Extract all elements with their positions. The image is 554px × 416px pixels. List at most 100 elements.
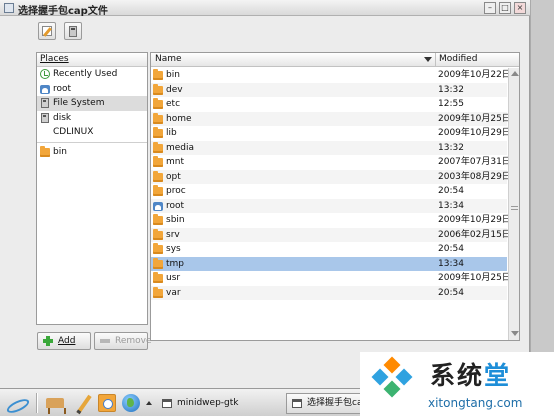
remove-button-label: Remove xyxy=(115,336,152,346)
folder-icon xyxy=(153,286,163,298)
file-row[interactable]: home 2009年10月25日 xyxy=(151,111,511,126)
file-row[interactable]: root 13:34 xyxy=(151,198,507,213)
place-label: disk xyxy=(53,112,72,123)
file-name: lib xyxy=(166,128,177,138)
file-row-selected[interactable]: tmp 13:34 xyxy=(151,256,507,271)
folder-icon xyxy=(153,141,163,153)
file-name: root xyxy=(166,200,185,211)
scroll-grip[interactable] xyxy=(511,206,518,210)
window-icon xyxy=(162,399,172,408)
file-list: Name Modified bin 2009年10月22日 dev 13:32 et… xyxy=(150,52,520,341)
watermark-title-main: 系统 xyxy=(430,361,485,390)
place-label: Recently Used xyxy=(53,69,118,79)
file-row[interactable]: mnt 2007年07月31日 xyxy=(151,155,511,170)
file-modified: 2009年10月29日 xyxy=(438,128,511,138)
window-icon xyxy=(292,399,302,408)
folder-icon xyxy=(153,127,163,138)
start-menu-icon[interactable] xyxy=(4,394,28,412)
folder-icon xyxy=(153,185,163,196)
type-filename-button[interactable] xyxy=(38,22,56,40)
folder-icon xyxy=(153,83,163,95)
folder-icon xyxy=(153,170,163,182)
web-browser-icon[interactable] xyxy=(122,394,140,412)
task-minidwep[interactable]: minidwep-gtk xyxy=(156,393,276,414)
text-editor-icon[interactable] xyxy=(74,394,92,412)
task-label: minidwep-gtk xyxy=(177,398,239,408)
window-icon xyxy=(4,3,14,13)
maximize-button[interactable]: □ xyxy=(499,2,511,14)
file-modified: 13:34 xyxy=(438,200,464,211)
site-watermark: 系统堂 xitongtang.com xyxy=(360,352,554,416)
file-row[interactable]: etc 12:55 xyxy=(151,97,507,112)
file-modified: 13:32 xyxy=(438,84,464,95)
window-title: 选择握手包cap文件 xyxy=(18,6,108,17)
add-button[interactable]: Add xyxy=(37,332,91,350)
file-name: opt xyxy=(166,171,181,182)
file-modified: 2003年08月29日 xyxy=(438,171,511,182)
file-modified: 20:54 xyxy=(438,244,464,254)
file-row[interactable]: var 20:54 xyxy=(151,285,507,300)
edit-icon xyxy=(42,26,52,36)
background-window-edge xyxy=(530,0,554,388)
place-disk[interactable]: disk xyxy=(37,111,147,126)
place-recently-used[interactable]: Recently Used xyxy=(37,67,147,82)
file-modified: 2009年10月29日 xyxy=(438,215,511,225)
scroll-up-icon[interactable] xyxy=(511,71,519,76)
watermark-url: xitongtang.com xyxy=(428,396,523,410)
window-titlebar[interactable]: 选择握手包cap文件 – □ × xyxy=(0,0,530,17)
file-modified: 13:32 xyxy=(438,142,464,153)
file-name: var xyxy=(166,287,181,298)
file-row[interactable]: opt 2003年08月29日 xyxy=(151,169,511,184)
file-modified: 20:54 xyxy=(438,186,464,196)
desktop-icon[interactable] xyxy=(46,398,66,414)
windows-logo-icon xyxy=(371,356,413,398)
file-row[interactable]: bin 2009年10月22日 xyxy=(151,68,511,83)
file-name: home xyxy=(166,113,192,124)
places-separator xyxy=(37,141,147,143)
file-modified: 2006年02月15日 xyxy=(438,229,511,240)
file-row[interactable]: lib 2009年10月29日 xyxy=(151,126,511,141)
place-label: File System xyxy=(53,98,105,108)
file-row[interactable]: usr 2009年10月25日 xyxy=(151,271,511,286)
places-pane: Places Recently Used root File System di… xyxy=(36,52,148,325)
remove-button[interactable]: Remove xyxy=(94,332,152,350)
minus-icon xyxy=(100,339,110,343)
file-row[interactable]: sys 20:54 xyxy=(151,242,507,257)
place-file-system[interactable]: File System xyxy=(37,96,147,111)
file-name: tmp xyxy=(166,258,185,269)
scroll-down-icon[interactable] xyxy=(511,331,519,336)
file-rows: bin 2009年10月22日 dev 13:32 etc 12:55 home 200… xyxy=(151,68,511,300)
file-row[interactable]: media 13:32 xyxy=(151,140,507,155)
file-row[interactable]: srv 2006年02月15日 xyxy=(151,227,511,242)
file-name: srv xyxy=(166,229,180,240)
column-modified-label: Modified xyxy=(439,54,478,64)
folder-icon xyxy=(153,272,163,283)
folder-icon xyxy=(153,228,163,240)
file-name: mnt xyxy=(166,157,184,167)
file-manager-icon[interactable] xyxy=(98,394,116,412)
file-row[interactable]: sbin 2009年10月29日 xyxy=(151,213,511,228)
path-button[interactable] xyxy=(64,22,82,40)
file-name: sys xyxy=(166,244,181,254)
file-row[interactable]: dev 13:32 xyxy=(151,82,507,97)
place-label: root xyxy=(53,83,72,94)
drive-icon xyxy=(41,112,49,123)
place-bin[interactable]: bin xyxy=(37,145,147,160)
places-header[interactable]: Places xyxy=(37,53,147,67)
minimize-button[interactable]: – xyxy=(484,2,496,14)
file-list-scrollbar[interactable] xyxy=(508,68,519,340)
folder-icon xyxy=(153,112,163,124)
close-button[interactable]: × xyxy=(514,2,526,14)
place-label: bin xyxy=(53,146,67,157)
file-row[interactable]: proc 20:54 xyxy=(151,184,507,199)
launcher-arrow-icon[interactable] xyxy=(146,401,152,405)
file-modified: 12:55 xyxy=(438,99,464,109)
column-header-modified[interactable]: Modified xyxy=(437,53,507,67)
place-cdlinux[interactable]: CDLINUX xyxy=(37,125,147,140)
file-name: etc xyxy=(166,99,181,109)
place-root[interactable]: root xyxy=(37,82,147,97)
column-header-name[interactable]: Name xyxy=(151,53,436,67)
screen: 选择握手包cap文件 – □ × Places Recently Used ro… xyxy=(0,0,554,416)
file-name: bin xyxy=(166,70,180,80)
recent-icon xyxy=(40,69,50,79)
